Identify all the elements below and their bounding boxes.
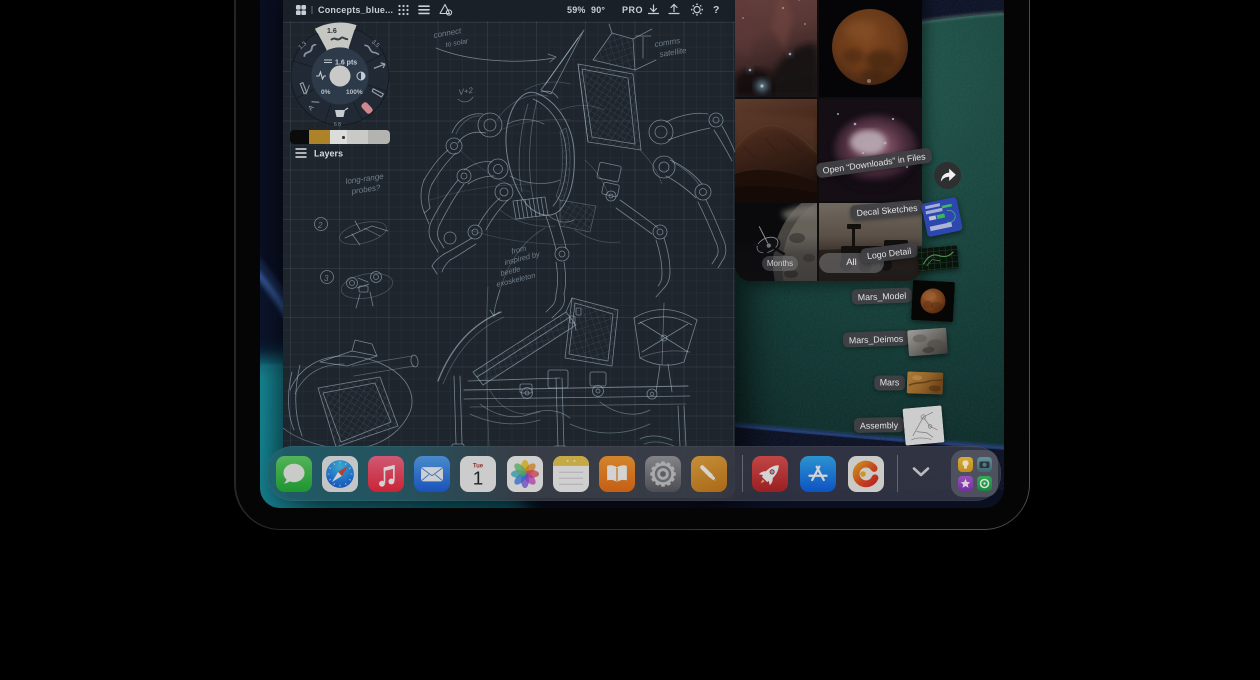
- svg-text:6 8: 6 8: [334, 122, 341, 128]
- svg-text:1.6: 1.6: [327, 28, 337, 35]
- svg-text:to solar: to solar: [445, 38, 469, 49]
- svg-text:1: 1: [473, 467, 483, 488]
- svg-text:1.6 pts: 1.6 pts: [335, 60, 357, 67]
- svg-text:100%: 100%: [346, 89, 363, 96]
- svg-text:0%: 0%: [321, 89, 331, 96]
- svg-text:probes?: probes?: [350, 183, 381, 196]
- svg-text:3: 3: [324, 274, 329, 283]
- svg-text:2: 2: [317, 221, 323, 230]
- svg-text:satellite: satellite: [659, 46, 688, 59]
- svg-text:connect: connect: [433, 26, 463, 40]
- svg-text:V+2: V+2: [458, 86, 474, 97]
- svg-text:Layers: Layers: [314, 149, 343, 159]
